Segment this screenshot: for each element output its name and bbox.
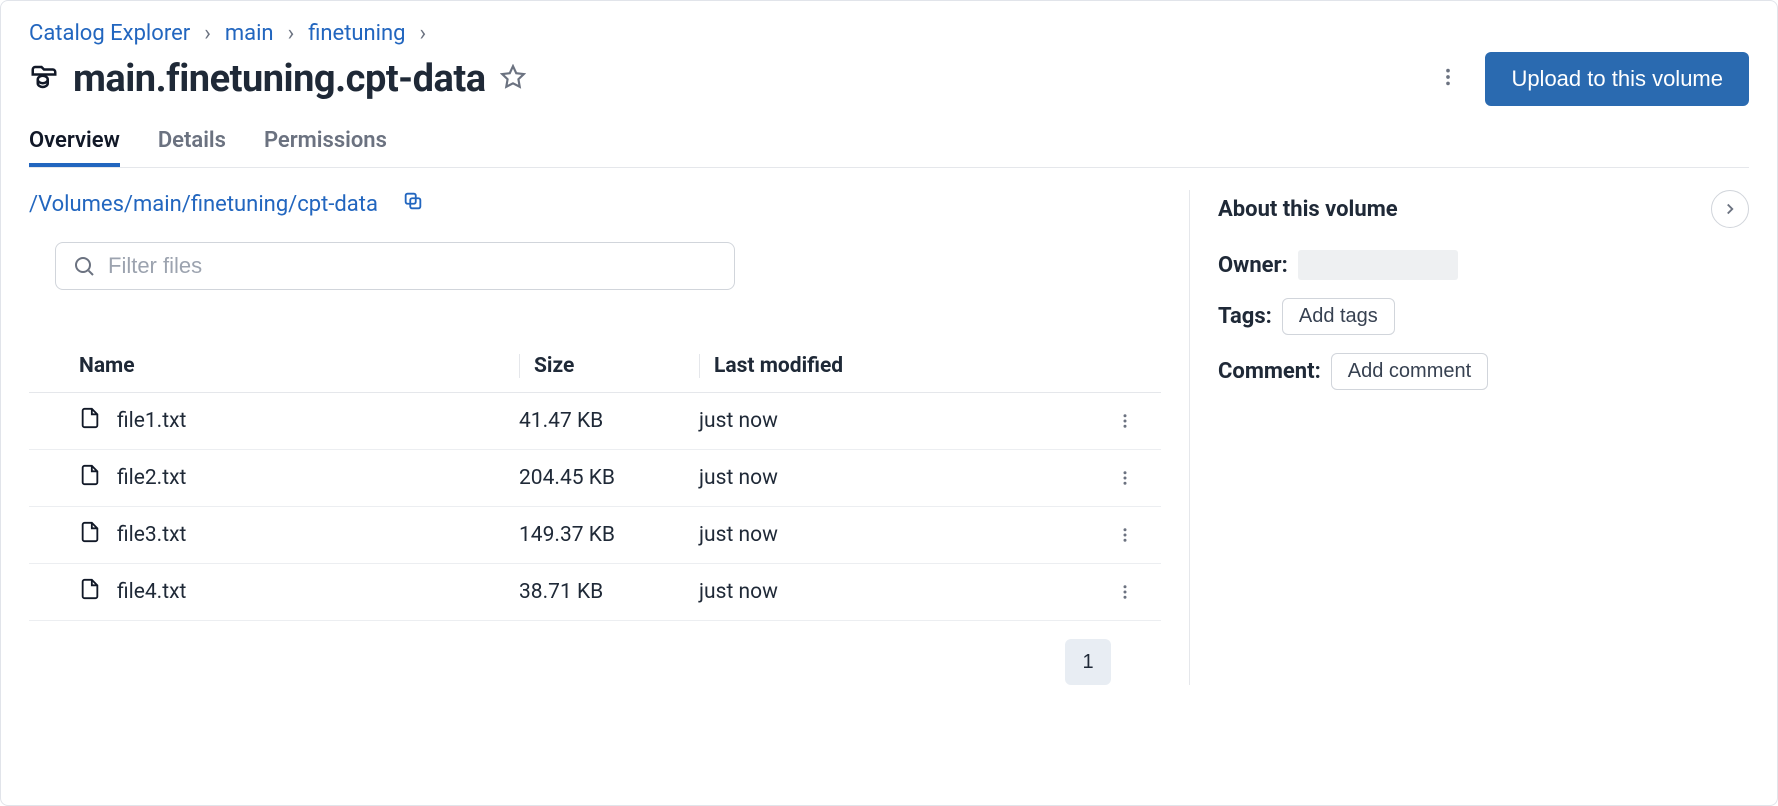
file-icon <box>79 578 101 606</box>
about-volume-title: About this volume <box>1218 197 1398 222</box>
file-size: 149.37 KB <box>519 523 699 547</box>
chevron-right-icon: › <box>420 21 427 46</box>
volume-path-link[interactable]: /Volumes/main/finetuning/cpt-data <box>29 192 378 217</box>
filter-files-input[interactable] <box>108 253 718 279</box>
owner-value-redacted <box>1298 250 1458 280</box>
breadcrumb-item-main[interactable]: main <box>225 21 274 46</box>
file-size: 38.71 KB <box>519 580 699 604</box>
copy-icon[interactable] <box>402 190 424 218</box>
owner-label: Owner: <box>1218 253 1288 278</box>
column-header-size[interactable]: Size <box>519 354 699 378</box>
upload-button[interactable]: Upload to this volume <box>1485 52 1749 106</box>
chevron-right-icon: › <box>288 21 295 46</box>
more-options-icon[interactable] <box>1431 60 1465 98</box>
file-modified: just now <box>699 580 1095 604</box>
tab-overview[interactable]: Overview <box>29 128 120 167</box>
file-size: 41.47 KB <box>519 409 699 433</box>
file-name: file1.txt <box>117 409 186 433</box>
file-modified: just now <box>699 409 1095 433</box>
table-row[interactable]: file3.txt 149.37 KB just now <box>29 507 1161 564</box>
column-header-name[interactable]: Name <box>79 354 519 378</box>
file-table: Name Size Last modified file1.txt 41.47 … <box>29 340 1161 621</box>
column-header-modified[interactable]: Last modified <box>699 354 1095 378</box>
file-name: file2.txt <box>117 466 186 490</box>
file-modified: just now <box>699 523 1095 547</box>
table-row[interactable]: file1.txt 41.47 KB just now <box>29 393 1161 450</box>
breadcrumb-item-finetuning[interactable]: finetuning <box>308 21 405 46</box>
table-row[interactable]: file4.txt 38.71 KB just now <box>29 564 1161 621</box>
chevron-right-icon: › <box>204 21 211 46</box>
volume-icon <box>29 62 59 96</box>
breadcrumb: Catalog Explorer › main › finetuning › <box>29 21 1749 46</box>
page-button-1[interactable]: 1 <box>1065 639 1111 685</box>
filter-files-container[interactable] <box>55 242 735 290</box>
file-size: 204.45 KB <box>519 466 699 490</box>
file-icon <box>79 464 101 492</box>
row-more-icon[interactable] <box>1095 412 1155 430</box>
star-icon[interactable] <box>500 64 526 94</box>
page-title: main.finetuning.cpt-data <box>73 57 486 101</box>
table-row[interactable]: file2.txt 204.45 KB just now <box>29 450 1161 507</box>
tab-details[interactable]: Details <box>158 128 226 167</box>
file-modified: just now <box>699 466 1095 490</box>
tags-label: Tags: <box>1218 304 1272 329</box>
file-icon <box>79 407 101 435</box>
comment-label: Comment: <box>1218 359 1321 384</box>
add-comment-button[interactable]: Add comment <box>1331 353 1488 390</box>
row-more-icon[interactable] <box>1095 583 1155 601</box>
file-name: file4.txt <box>117 580 186 604</box>
file-icon <box>79 521 101 549</box>
collapse-panel-button[interactable] <box>1711 190 1749 228</box>
breadcrumb-item-catalog[interactable]: Catalog Explorer <box>29 21 190 46</box>
add-tags-button[interactable]: Add tags <box>1282 298 1395 335</box>
file-name: file3.txt <box>117 523 186 547</box>
row-more-icon[interactable] <box>1095 526 1155 544</box>
tab-permissions[interactable]: Permissions <box>264 128 387 167</box>
tab-bar: Overview Details Permissions <box>29 128 1749 168</box>
row-more-icon[interactable] <box>1095 469 1155 487</box>
search-icon <box>72 254 96 278</box>
